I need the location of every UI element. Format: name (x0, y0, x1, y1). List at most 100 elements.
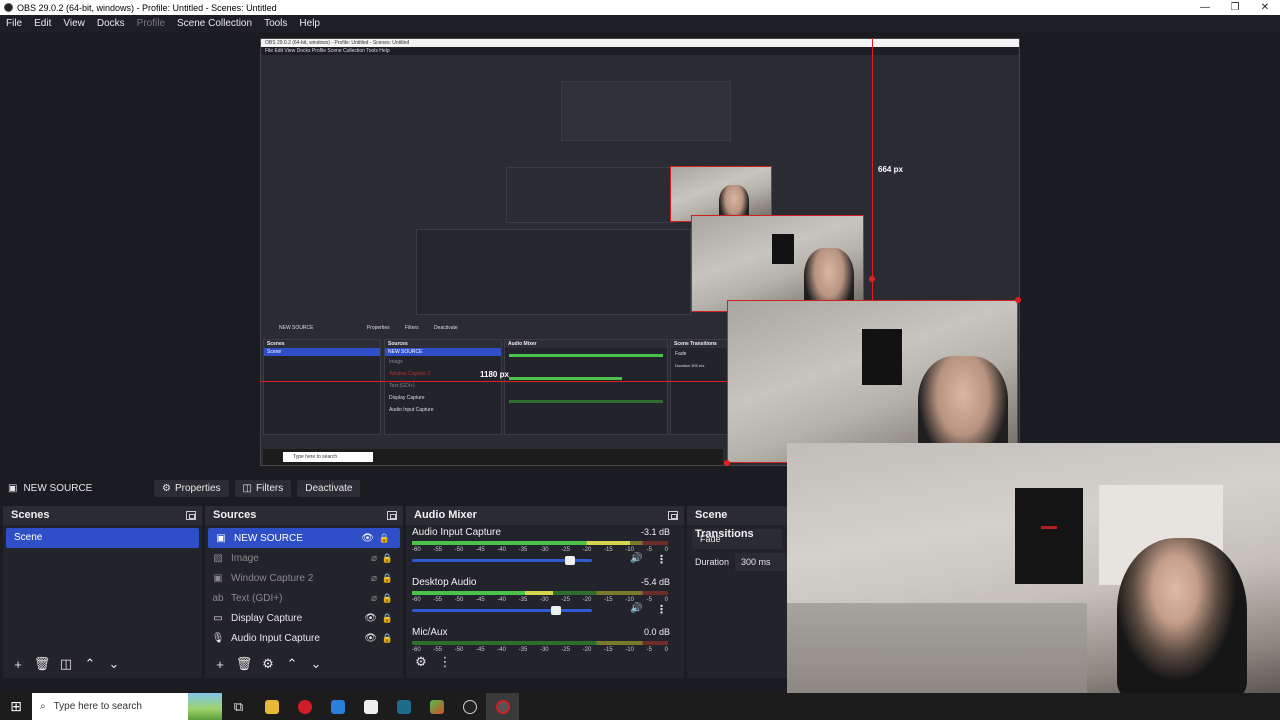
taskbar-search[interactable]: ⌕ Type here to search (32, 693, 222, 720)
move-down-button[interactable]: ⌄ (107, 656, 121, 671)
webcam-source-small[interactable] (670, 166, 772, 222)
scale-tick: -20 (582, 597, 592, 603)
channel-db: 0.0 dB (643, 627, 670, 637)
filters-button[interactable]: ◫ Filters (234, 479, 292, 497)
scale-tick: -10 (625, 647, 634, 653)
source-item[interactable]: ▭ Display Capture 👁 🔒 (205, 608, 403, 628)
duration-input[interactable]: 300 ms (735, 553, 787, 571)
channel-menu-icon[interactable]: ⋮ (656, 553, 667, 566)
size-label-width: 1180 px (480, 370, 509, 379)
webcam-bed (787, 603, 1087, 693)
properties-button[interactable]: ⚙ Properties (154, 479, 229, 497)
opera-icon[interactable] (288, 693, 321, 720)
nested-sources-dock: Sources NEW SOURCE Image Window Capture … (384, 339, 502, 435)
maximize-button[interactable]: ❐ (1220, 0, 1250, 15)
scene-filters-button[interactable]: ◫ (59, 656, 73, 671)
sources-dock: Sources ▣ NEW SOURCE 👁 🔒 ▨ Image ⌀ 🔒 ▣ W… (205, 506, 403, 678)
scenes-toolbar: + 🗑 ◫ ⌃ ⌄ (3, 654, 121, 674)
add-scene-button[interactable]: + (11, 657, 25, 672)
app-blue-icon[interactable] (321, 693, 354, 720)
lock-icon[interactable]: 🔒 (382, 613, 393, 624)
size-label-height: 664 px (878, 165, 903, 174)
menu-docks[interactable]: Docks (97, 18, 125, 29)
task-view-icon[interactable]: ⧉ (222, 693, 255, 720)
sources-toolbar: + 🗑 ⚙ ⌃ ⌄ (205, 654, 323, 674)
transform-handle-top[interactable] (869, 276, 875, 282)
lock-icon[interactable]: 🔒 (382, 633, 393, 644)
filter-icon: ◫ (242, 482, 252, 494)
move-up-button[interactable]: ⌃ (285, 656, 299, 671)
remove-scene-button[interactable]: 🗑 (34, 656, 51, 671)
volume-slider[interactable] (412, 606, 592, 615)
scale-tick: -35 (518, 547, 528, 553)
source-item[interactable]: ▣ Window Capture 2 ⌀ 🔒 (205, 568, 403, 588)
nested-transitions-dock: Scene Transitions Fade Duration 300 ms (670, 339, 728, 435)
eye-icon[interactable]: 👁 (364, 613, 377, 624)
webcam-source-selected[interactable] (727, 300, 1018, 463)
advanced-audio-icon[interactable]: ⚙ (414, 654, 428, 669)
source-item[interactable]: 🎙 Audio Input Capture 👁 🔒 (205, 628, 403, 648)
mic-icon: 🎙 (211, 632, 225, 644)
lock-icon[interactable]: 🔒 (382, 593, 393, 604)
slider-knob[interactable] (565, 556, 575, 565)
undock-icon[interactable] (668, 511, 678, 520)
eye-hidden-icon[interactable]: ⌀ (371, 593, 377, 604)
nested-scenes-dock: Scenes Scene (263, 339, 381, 435)
undock-icon[interactable] (186, 511, 196, 520)
audition-icon[interactable] (387, 693, 420, 720)
scale-tick: 0 (664, 647, 668, 653)
lock-icon[interactable]: 🔒 (379, 533, 390, 544)
undock-icon[interactable] (387, 511, 397, 520)
app-colorful-icon[interactable] (420, 693, 453, 720)
move-down-button[interactable]: ⌄ (309, 656, 323, 671)
transform-handle-bottom-left[interactable] (724, 460, 730, 466)
speaker-icon[interactable]: 🔊 (630, 603, 642, 614)
eye-icon[interactable]: 👁 (361, 533, 374, 544)
webcam-feed[interactable] (787, 443, 1280, 693)
menu-scene-collection[interactable]: Scene Collection (177, 18, 252, 29)
mixer-menu-icon[interactable]: ⋮ (438, 654, 452, 669)
scenes-dock-title: Scenes (3, 506, 202, 525)
menu-profile[interactable]: Profile (137, 18, 165, 29)
obs-logo-icon (4, 3, 13, 12)
channel-menu-icon[interactable]: ⋮ (656, 603, 667, 616)
file-explorer-icon[interactable] (255, 693, 288, 720)
volume-slider[interactable] (412, 556, 592, 565)
slider-knob[interactable] (551, 606, 562, 615)
source-item[interactable]: ▨ Image ⌀ 🔒 (205, 548, 403, 568)
add-source-button[interactable]: + (213, 657, 227, 672)
mixer-toolbar: ⚙ ⋮ (406, 652, 452, 672)
minimize-button[interactable]: — (1190, 0, 1220, 15)
menu-tools[interactable]: Tools (264, 18, 287, 29)
menu-view[interactable]: View (63, 18, 85, 29)
transform-handle-corner[interactable] (1015, 297, 1021, 303)
lock-icon[interactable]: 🔒 (382, 573, 393, 584)
scene-item[interactable]: Scene (6, 528, 199, 548)
capcut-icon[interactable] (354, 693, 387, 720)
taskbar: ⊞ ⌕ Type here to search ⧉ (0, 693, 1280, 720)
remove-source-button[interactable]: 🗑 (236, 656, 253, 671)
lock-icon[interactable]: 🔒 (382, 553, 393, 564)
webcam-source-medium[interactable] (691, 215, 864, 312)
windows-start-icon[interactable]: ⊞ (0, 698, 32, 715)
channel-db: -3.1 dB (640, 527, 670, 537)
source-item[interactable]: ab Text (GDI+) ⌀ 🔒 (205, 588, 403, 608)
menu-file[interactable]: File (6, 18, 22, 29)
move-up-button[interactable]: ⌃ (83, 656, 97, 671)
scale-tick: -45 (475, 647, 485, 653)
eye-icon[interactable]: 👁 (364, 633, 377, 644)
obs-taskbar-icon[interactable] (453, 693, 486, 720)
eye-hidden-icon[interactable]: ⌀ (371, 553, 377, 564)
channel-name: Mic/Aux (412, 627, 448, 638)
menu-help[interactable]: Help (299, 18, 320, 29)
speaker-icon[interactable]: 🔊 (630, 553, 642, 564)
recorder-icon[interactable] (486, 693, 519, 720)
close-button[interactable]: ✕ (1250, 0, 1280, 15)
menu-bar: File Edit View Docks Profile Scene Colle… (0, 15, 1280, 32)
source-item[interactable]: ▣ NEW SOURCE 👁 🔒 (208, 528, 400, 548)
scale-tick: -35 (518, 647, 528, 653)
deactivate-button[interactable]: Deactivate (297, 479, 361, 497)
source-properties-button[interactable]: ⚙ (261, 656, 275, 671)
menu-edit[interactable]: Edit (34, 18, 51, 29)
eye-hidden-icon[interactable]: ⌀ (371, 573, 377, 584)
